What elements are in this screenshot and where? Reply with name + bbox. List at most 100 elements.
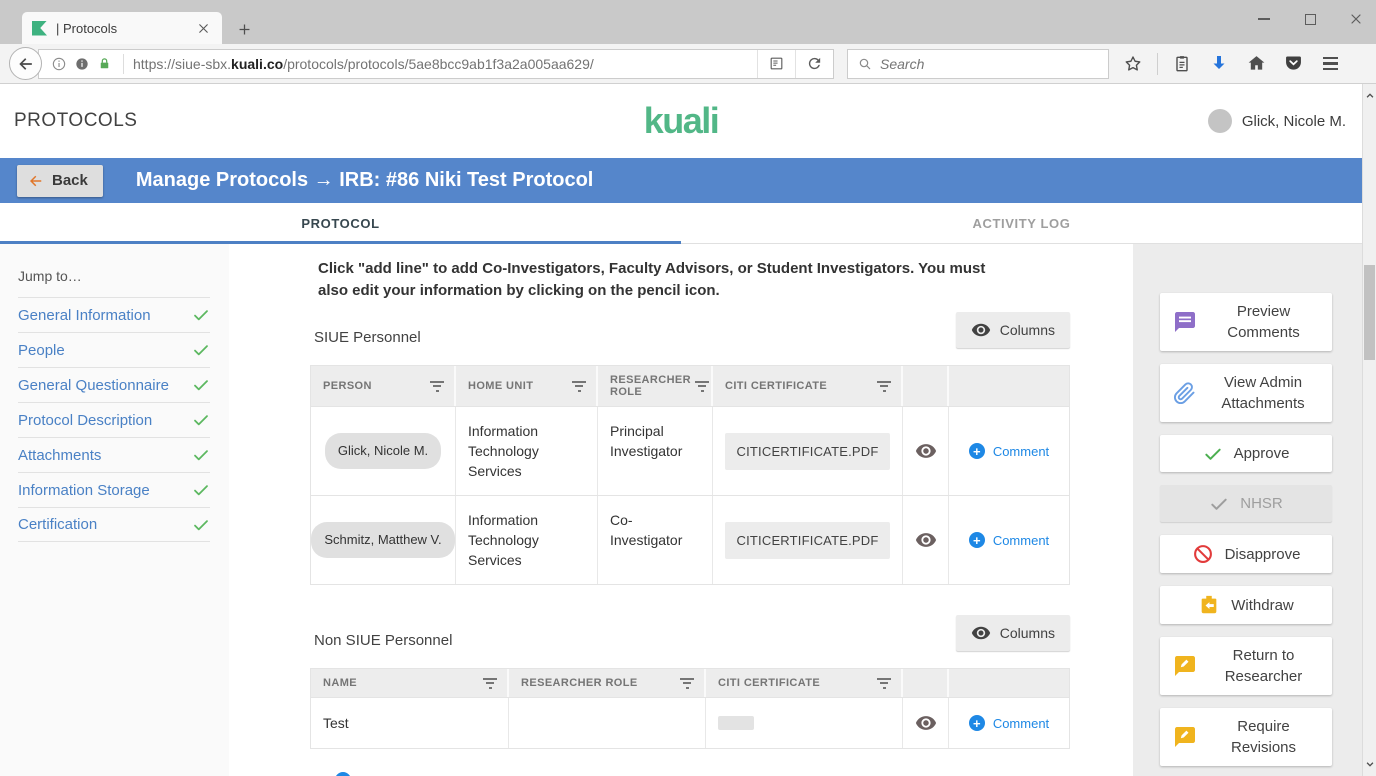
bookmarks-clipboard-icon[interactable] bbox=[1169, 51, 1195, 77]
section-comment: Comment bbox=[310, 772, 1070, 776]
empty-certificate-chip bbox=[718, 716, 754, 730]
browser-back-button[interactable] bbox=[9, 47, 42, 80]
plus-icon bbox=[969, 715, 985, 731]
add-comment-button[interactable]: Comment bbox=[969, 715, 1049, 731]
siue-section-header: SIUE Personnel Columns bbox=[310, 312, 1070, 348]
sidebar-item-protocol-description[interactable]: Protocol Description bbox=[18, 402, 210, 437]
new-tab-button[interactable] bbox=[232, 18, 256, 40]
filter-icon[interactable] bbox=[695, 381, 709, 392]
maximize-button[interactable] bbox=[1302, 11, 1318, 27]
https-lock-icon[interactable] bbox=[97, 56, 112, 71]
page-scrollbar[interactable] bbox=[1362, 84, 1376, 776]
filter-icon[interactable] bbox=[571, 381, 587, 392]
scroll-down-icon[interactable] bbox=[1365, 759, 1375, 769]
url-text[interactable]: https://siue-sbx.kuali.co/protocols/prot… bbox=[133, 56, 757, 72]
back-button[interactable]: Back bbox=[17, 165, 103, 197]
view-admin-attachments-button[interactable]: View Admin Attachments bbox=[1160, 364, 1332, 422]
sidebar-item-certification[interactable]: Certification bbox=[18, 507, 210, 542]
non-siue-columns-button[interactable]: Columns bbox=[956, 615, 1070, 651]
non-siue-section-header: Non SIUE Personnel Columns bbox=[310, 615, 1070, 651]
reader-mode-icon[interactable] bbox=[757, 50, 795, 78]
comment-cell: Comment bbox=[949, 698, 1069, 748]
browser-tab[interactable]: | Protocols bbox=[22, 12, 222, 44]
filter-icon[interactable] bbox=[876, 678, 892, 689]
bookmark-star-icon[interactable] bbox=[1120, 51, 1146, 77]
tracking-info-icon[interactable] bbox=[74, 56, 90, 72]
person-pill[interactable]: Schmitz, Matthew V. bbox=[311, 522, 454, 558]
scrollbar-thumb[interactable] bbox=[1364, 265, 1375, 360]
search-icon bbox=[857, 56, 873, 72]
preview-comments-button[interactable]: Preview Comments bbox=[1160, 293, 1332, 351]
view-eye-icon[interactable] bbox=[915, 712, 937, 734]
eye-icon bbox=[971, 623, 991, 643]
browser-titlebar: | Protocols bbox=[0, 0, 1376, 44]
tab-activity-log[interactable]: ACTIVITY LOG bbox=[681, 203, 1362, 243]
kuali-logo: kuali bbox=[644, 100, 719, 142]
withdraw-button[interactable]: Withdraw bbox=[1160, 586, 1332, 624]
sidebar-item-general-questionnaire[interactable]: General Questionnaire bbox=[18, 367, 210, 402]
citi-certificate-button[interactable]: CITICERTIFICATE.PDF bbox=[725, 522, 890, 559]
view-cell bbox=[903, 407, 949, 495]
sidebar-item-label: Information Storage bbox=[18, 482, 150, 499]
scroll-up-icon[interactable] bbox=[1365, 91, 1375, 101]
column-header-view bbox=[903, 366, 949, 406]
view-eye-icon[interactable] bbox=[915, 440, 937, 462]
approve-button[interactable]: Approve bbox=[1160, 435, 1332, 472]
siue-columns-button[interactable]: Columns bbox=[956, 312, 1070, 348]
menu-hamburger-icon[interactable] bbox=[1317, 51, 1343, 77]
return-to-researcher-button[interactable]: Return to Researcher bbox=[1160, 637, 1332, 695]
siue-personnel-title: SIUE Personnel bbox=[310, 329, 421, 348]
citi-certificate-button[interactable]: CITICERTIFICATE.PDF bbox=[725, 433, 890, 470]
pocket-icon[interactable] bbox=[1280, 51, 1306, 77]
home-icon[interactable] bbox=[1243, 51, 1269, 77]
downloads-icon[interactable] bbox=[1206, 51, 1232, 77]
sidebar-item-general-information[interactable]: General Information bbox=[18, 297, 210, 332]
plus-icon bbox=[969, 532, 985, 548]
breadcrumb-bar: Back Manage Protocols → IRB: #86 Niki Te… bbox=[0, 158, 1362, 203]
tab-close-icon[interactable] bbox=[194, 19, 212, 37]
sidebar-item-people[interactable]: People bbox=[18, 332, 210, 367]
back-label: Back bbox=[52, 172, 88, 189]
url-bar[interactable]: https://siue-sbx.kuali.co/protocols/prot… bbox=[38, 49, 834, 79]
person-cell: Glick, Nicole M. bbox=[311, 407, 456, 495]
table-row: Schmitz, Matthew V. Information Technolo… bbox=[311, 495, 1069, 584]
disapprove-button[interactable]: Disapprove bbox=[1160, 535, 1332, 573]
require-revisions-button[interactable]: Require Revisions bbox=[1160, 708, 1332, 766]
jump-sidebar: Jump to… General Information People Gene… bbox=[0, 244, 229, 776]
comment-cell: Comment bbox=[949, 496, 1069, 584]
tab-bar: PROTOCOL ACTIVITY LOG bbox=[0, 203, 1362, 244]
close-button[interactable] bbox=[1348, 11, 1364, 27]
app-header: PROTOCOLS kuali Glick, Nicole M. bbox=[0, 84, 1362, 158]
window-controls bbox=[1256, 6, 1364, 32]
browser-navbar: https://siue-sbx.kuali.co/protocols/prot… bbox=[0, 44, 1376, 84]
view-eye-icon[interactable] bbox=[915, 529, 937, 551]
toolbar-divider bbox=[1157, 53, 1158, 75]
column-header-view bbox=[903, 669, 949, 697]
table-header-row: PERSON HOME UNIT RESEARCHER ROLE CITI CE… bbox=[311, 366, 1069, 406]
filter-icon[interactable] bbox=[482, 678, 498, 689]
nhsr-button[interactable]: NHSR bbox=[1160, 485, 1332, 522]
filter-icon[interactable] bbox=[429, 381, 445, 392]
actions-panel: Preview Comments View Admin Attachments … bbox=[1133, 244, 1362, 776]
search-input[interactable] bbox=[880, 56, 1099, 72]
citi-certificate-cell: CITICERTIFICATE.PDF bbox=[713, 496, 903, 584]
refresh-icon[interactable] bbox=[795, 50, 833, 78]
sidebar-item-attachments[interactable]: Attachments bbox=[18, 437, 210, 472]
avatar bbox=[1208, 109, 1232, 133]
researcher-role-cell bbox=[509, 698, 706, 748]
filter-icon[interactable] bbox=[679, 678, 695, 689]
search-box[interactable] bbox=[847, 49, 1109, 79]
add-comment-button[interactable]: Comment bbox=[335, 772, 415, 776]
sidebar-item-information-storage[interactable]: Information Storage bbox=[18, 472, 210, 507]
minimize-button[interactable] bbox=[1256, 11, 1272, 27]
page-info-icon[interactable] bbox=[51, 56, 67, 72]
person-pill[interactable]: Glick, Nicole M. bbox=[325, 433, 441, 469]
user-menu[interactable]: Glick, Nicole M. bbox=[1208, 109, 1346, 133]
citi-certificate-cell bbox=[706, 698, 903, 748]
add-comment-button[interactable]: Comment bbox=[969, 443, 1049, 459]
column-header-person: PERSON bbox=[311, 366, 456, 406]
filter-icon[interactable] bbox=[876, 381, 892, 392]
tab-protocol[interactable]: PROTOCOL bbox=[0, 203, 681, 243]
check-icon bbox=[192, 341, 210, 359]
add-comment-button[interactable]: Comment bbox=[969, 532, 1049, 548]
